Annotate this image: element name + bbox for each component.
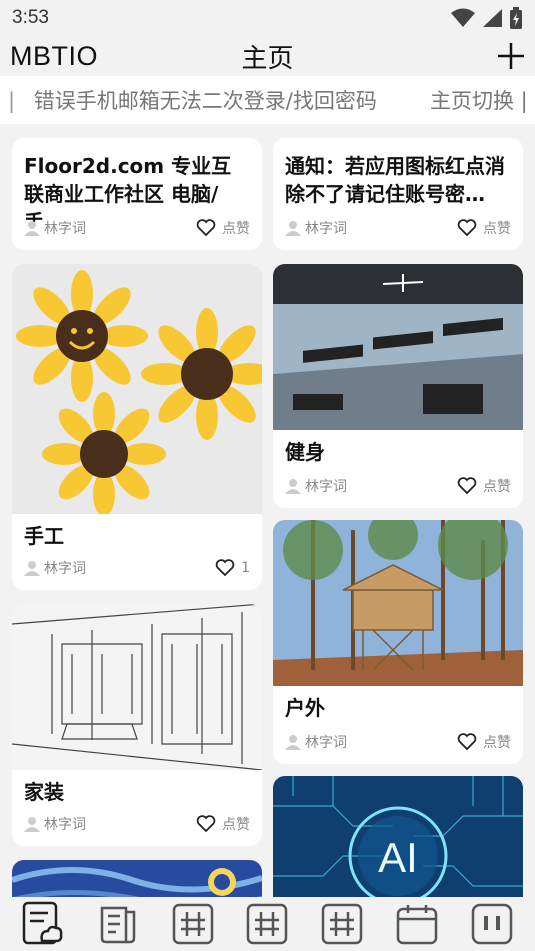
like-button[interactable]: 点赞 (196, 218, 250, 238)
documents-icon (100, 906, 136, 944)
user-avatar-icon (285, 735, 301, 750)
user-avatar-icon (285, 221, 301, 236)
post-image-treehouse (273, 520, 523, 686)
post-card[interactable]: Floor2d.com 专业互联商业工作社区 电脑/手… 林字词 点赞 (12, 138, 262, 250)
post-title: 健身 (285, 440, 325, 464)
status-icons (451, 7, 523, 29)
post-image-ai-circuit: AI (273, 776, 523, 897)
frame-icon (321, 903, 363, 945)
wifi-icon (451, 8, 475, 27)
post-title: 通知：若应用图标红点消除不了请记住账号密… (285, 154, 505, 206)
heart-icon (215, 559, 235, 577)
notice-text-next: 主页切换 | (430, 89, 528, 113)
brand-logo: MBTIO (10, 40, 98, 71)
like-button[interactable]: 1 (215, 559, 250, 577)
tab-frame-1[interactable] (170, 901, 216, 947)
like-button[interactable]: 点赞 (457, 218, 511, 238)
post-author: 林字词 (285, 476, 347, 496)
post-card[interactable]: 家装 林字词 点赞 (12, 604, 262, 846)
post-card[interactable]: AI (273, 776, 523, 897)
heart-icon (457, 477, 477, 495)
post-card[interactable]: 通知：若应用图标红点消除不了请记住账号密… 林字词 点赞 (273, 138, 523, 250)
user-avatar-icon (24, 817, 40, 832)
calendar-icon (396, 905, 438, 945)
post-title: 手工 (24, 524, 64, 548)
signal-icon (483, 9, 502, 27)
like-button[interactable]: 点赞 (457, 476, 511, 496)
notice-separator: | (8, 89, 16, 113)
heart-icon (457, 733, 477, 751)
like-button[interactable]: 点赞 (457, 732, 511, 752)
status-time: 3:53 (12, 7, 49, 28)
post-card[interactable] (12, 860, 262, 897)
notice-marquee[interactable]: | 错误手机邮箱无法二次登录/找回密码 主页切换 | (0, 76, 535, 124)
frame-icon (172, 903, 213, 945)
notice-text: | 错误手机邮箱无法二次登录/找回密码 (8, 89, 377, 113)
tab-pause[interactable] (469, 901, 515, 947)
post-image-gym (273, 264, 523, 430)
post-meta: 林字词 点赞 (285, 476, 511, 496)
post-title: Floor2d.com 专业互联商业工作社区 电脑/手… (24, 154, 232, 222)
user-avatar-icon (285, 479, 301, 494)
post-card[interactable]: 户外 林字词 点赞 (273, 520, 523, 764)
post-image-starry-night (12, 860, 262, 897)
post-author: 林字词 (24, 218, 86, 238)
post-title: 家装 (24, 780, 64, 804)
heart-icon (196, 815, 216, 833)
post-meta: 林字词 点赞 (285, 732, 511, 752)
post-card[interactable]: 健身 林字词 点赞 (273, 264, 523, 508)
post-author: 林字词 (24, 814, 86, 834)
post-author: 林字词 (285, 218, 347, 238)
ai-chip-label: AI (378, 834, 418, 881)
post-image-interior-sketch (12, 604, 262, 770)
user-avatar-icon (24, 221, 40, 236)
bottom-tab-bar (0, 897, 535, 951)
post-meta: 林字词 点赞 (285, 218, 511, 238)
post-feed: Floor2d.com 专业互联商业工作社区 电脑/手… 林字词 点赞 手工 林… (0, 124, 535, 897)
post-author: 林字词 (24, 558, 86, 578)
heart-icon (457, 219, 477, 237)
post-meta: 林字词 点赞 (24, 814, 250, 834)
app-bar: MBTIO 主页 (0, 36, 535, 76)
post-meta: 林字词 点赞 (24, 218, 250, 238)
tab-documents[interactable] (95, 901, 141, 947)
battery-icon (510, 7, 522, 29)
post-author: 林字词 (285, 732, 347, 752)
tab-calendar[interactable] (394, 901, 440, 947)
tab-frame-3[interactable] (319, 901, 365, 947)
post-meta: 林字词 1 (24, 558, 250, 578)
post-title: 户外 (285, 696, 325, 720)
post-image-sunflowers (12, 264, 262, 514)
like-button[interactable]: 点赞 (196, 814, 250, 834)
tab-notes[interactable] (20, 901, 66, 947)
tab-frame-2[interactable] (244, 901, 290, 947)
pause-box-icon (471, 903, 512, 945)
add-icon[interactable] (497, 42, 525, 70)
notes-cloud-icon (23, 901, 63, 945)
status-bar: 3:53 (0, 0, 535, 36)
user-avatar-icon (24, 561, 40, 576)
heart-icon (196, 219, 216, 237)
post-card[interactable]: 手工 林字词 1 (12, 264, 262, 590)
frame-icon (247, 903, 288, 945)
